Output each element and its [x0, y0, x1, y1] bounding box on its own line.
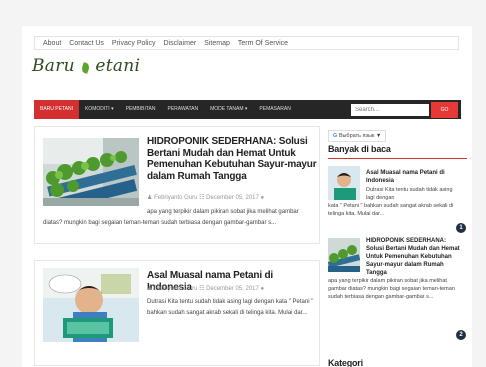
rank-badge: 1 [456, 223, 466, 233]
post-thumbnail-child[interactable] [43, 268, 139, 342]
nav-link-sitemap[interactable]: Sitemap [204, 40, 230, 47]
comment-icon[interactable]: ● [261, 286, 265, 292]
post-author[interactable]: Febriyanto Guru [154, 195, 197, 201]
main-nav-pemasaran[interactable]: Pemasaran [253, 100, 296, 119]
chevron-down-icon: ▼ [375, 133, 382, 139]
popular-post-excerpt: Dutrasi Kita tentu sudah tidak asing lag… [366, 187, 453, 201]
popular-post-title[interactable]: Asal Muasal nama Petani di Indonesia [366, 169, 460, 185]
popular-post-excerpt-cont: kata " Petani " bahkan sudah sangat akra… [328, 203, 454, 217]
site-logo[interactable]: Baru etani [32, 56, 140, 80]
main-nav-pembibitan[interactable]: Pembibitan [120, 100, 162, 119]
main-nav-mode-tanam[interactable]: Mode Tanam ▾ [204, 100, 253, 119]
post-excerpt: apa yang terpikir dalam pikiran sobat ji… [43, 209, 299, 226]
nav-link-disclaimer[interactable]: Disclaimer [164, 40, 197, 47]
translate-label: Выбрать язык [338, 133, 375, 139]
logo-text-2: etani [95, 56, 141, 76]
popular-posts-heading: Banyak di baca [328, 144, 391, 154]
popular-post-title[interactable]: HIDROPONIK SEDERHANA: Solusi Bertani Mud… [366, 237, 460, 277]
post-title[interactable]: HIDROPONIK SEDERHANA: Solusi Bertani Mud… [147, 136, 317, 182]
post-meta: ♟ Febriyanto Guru ☷ December 05, 2017 ● [147, 285, 264, 292]
post-date: December 05, 2017 [206, 286, 259, 292]
popular-thumbnail-hydroponic[interactable] [328, 238, 360, 272]
nav-link-contact[interactable]: Contact Us [69, 40, 104, 47]
post-date: December 05, 2017 [206, 195, 259, 201]
post-thumbnail-hydroponic[interactable] [43, 138, 139, 206]
post-card: Asal Muasal nama Petani di Indonesia ♟ F… [34, 260, 320, 366]
search-button[interactable]: GO [431, 102, 458, 118]
post-excerpt: Dutrasi Kita tentu sudah tidak asing lag… [147, 299, 314, 316]
calendar-icon: ☷ [199, 195, 205, 201]
user-icon: ♟ [147, 195, 153, 201]
top-nav: About Contact Us Privacy Policy Disclaim… [34, 36, 459, 50]
main-nav-perawatan[interactable]: Perawatan [162, 100, 205, 119]
google-icon: G [333, 133, 338, 139]
user-icon: ♟ [147, 286, 153, 292]
search-input[interactable] [351, 104, 429, 116]
rank-badge: 2 [456, 330, 466, 340]
nav-link-privacy[interactable]: Privacy Policy [112, 40, 156, 47]
heading-divider [328, 158, 467, 159]
post-card: HIDROPONIK SEDERHANA: Solusi Bertani Mud… [34, 126, 320, 244]
main-nav-komoditi[interactable]: Komoditi ▾ [79, 100, 120, 119]
popular-post-excerpt: apa yang terpikir dalam pikiran sobat ji… [328, 278, 455, 300]
comment-icon[interactable]: ● [261, 195, 265, 201]
page: About Contact Us Privacy Policy Disclaim… [22, 26, 472, 367]
translate-widget[interactable]: G Выбрать язык ▼ [328, 130, 387, 142]
post-meta: ♟ Febriyanto Guru ☷ December 05, 2017 ● [147, 194, 264, 201]
main-nav-home[interactable]: Baru Petani [34, 100, 79, 119]
popular-thumbnail-child[interactable] [328, 166, 360, 200]
nav-link-about[interactable]: About [43, 40, 61, 47]
category-heading: Kategori [328, 358, 363, 367]
nav-link-terms[interactable]: Term Of Service [238, 40, 288, 47]
leaf-icon [80, 62, 91, 74]
logo-text-1: Baru [32, 56, 75, 76]
post-author[interactable]: Febriyanto Guru [154, 286, 197, 292]
calendar-icon: ☷ [199, 286, 205, 292]
